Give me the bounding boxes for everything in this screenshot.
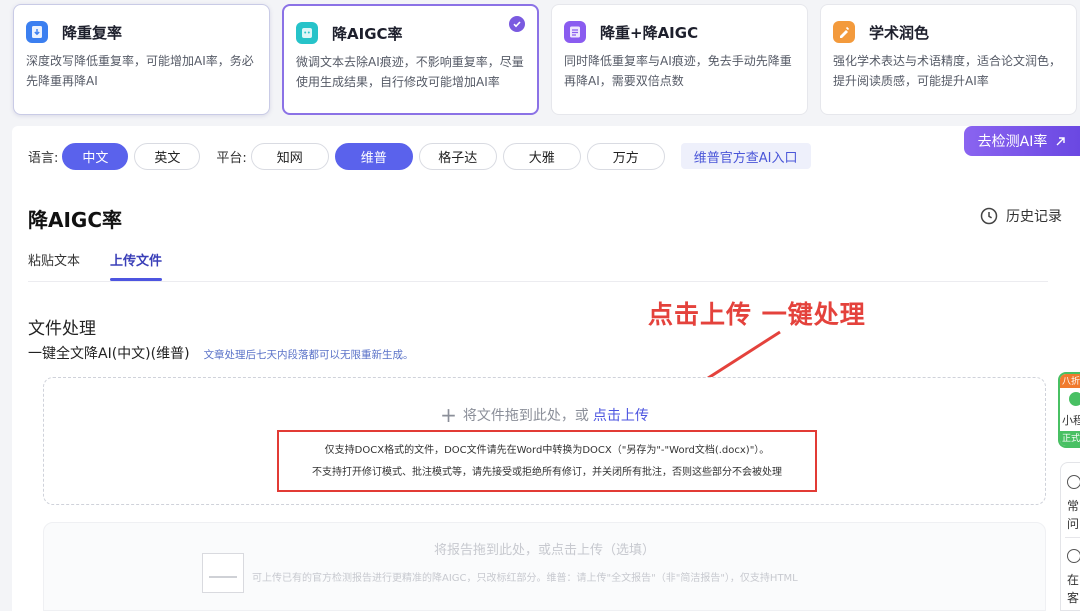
dropzone-prompt: + 将文件拖到此处，或 点击上传 <box>44 403 1045 427</box>
service-label[interactable]: 在 <box>1067 571 1079 588</box>
mode-title: 降重+降AIGC <box>600 23 699 42</box>
promo-widget[interactable]: 八折 小程 正式 <box>1058 372 1080 448</box>
official-ai-check-link[interactable]: 维普官方查AI入口 <box>680 143 811 169</box>
file-section-subtitle: 一键全文降AI(中文)(维普) <box>28 346 190 362</box>
mode-card-dedup[interactable]: 降重复率 深度改写降低重复率，可能增加AI率，务必先降重再降AI <box>13 4 270 115</box>
promo-text: 小程 <box>1062 414 1080 427</box>
input-tabs: 粘贴文本 上传文件 <box>28 250 1048 282</box>
side-divider <box>1065 537 1080 538</box>
promo-badge: 正式 <box>1060 431 1080 446</box>
promo-tag: 八折 <box>1060 374 1080 388</box>
dropzone-text: 将文件拖到此处，或 <box>462 408 589 424</box>
arrow-up-right-icon <box>1056 136 1066 145</box>
faq-label[interactable]: 常 <box>1067 497 1079 514</box>
platform-label: 平台: <box>216 150 247 166</box>
service-label-2[interactable]: 客 <box>1067 589 1079 606</box>
file-dropzone[interactable]: + 将文件拖到此处，或 点击上传 仅支持DOCX格式的文件，DOC文件请先在Word… <box>43 377 1046 505</box>
detect-ai-rate-label: 去检测AI率 <box>977 134 1048 150</box>
history-button[interactable]: 历史记录 <box>980 206 1062 226</box>
mode-title: 学术润色 <box>869 23 930 42</box>
click-upload-link[interactable]: 点击上传 <box>593 408 649 424</box>
mode-desc: 微调文本去除AI痕迹，不影响重复率，尽量使用生成结果，自行修改可能增加AI率 <box>296 55 524 89</box>
language-option-zh[interactable]: 中文 <box>62 142 129 170</box>
tab-upload-file[interactable]: 上传文件 <box>110 250 162 269</box>
report-thumbnail <box>202 553 244 593</box>
clock-icon <box>980 207 998 225</box>
file-section-note: 文章处理后七天内段落都可以无限重新生成。 <box>203 349 414 361</box>
file-section-subtitle-row: 一键全文降AI(中文)(维普) 文章处理后七天内段落都可以无限重新生成。 <box>28 343 414 363</box>
mode-title: 降AIGC率 <box>332 24 403 43</box>
doc-down-icon <box>26 21 48 43</box>
warning-line-docx: 仅支持DOCX格式的文件，DOC文件请先在Word中转换为DOCX（"另存为"-… <box>324 445 770 456</box>
brush-icon <box>833 21 855 43</box>
report-dropzone-title: 将报告拖到此处，或点击上传（选填） <box>433 543 655 558</box>
side-help-widget: 常 问 在 客 <box>1060 462 1080 611</box>
platform-option-cnki[interactable]: 知网 <box>250 142 329 170</box>
mode-cards: 降重复率 深度改写降低重复率，可能增加AI率，务必先降重再降AI 降AIGC率 … <box>0 0 1080 120</box>
mode-desc: 深度改写降低重复率，可能增加AI率，务必先降重再降AI <box>26 54 254 88</box>
mode-desc: 同时降低重复率与AI痕迹，免去手动先降重再降AI，需要双倍点数 <box>564 54 792 88</box>
tab-paste-text[interactable]: 粘贴文本 <box>28 250 80 269</box>
file-section-title: 文件处理 <box>28 319 96 339</box>
mode-title: 降重复率 <box>62 23 123 42</box>
language-label: 语言: <box>28 150 59 166</box>
plus-icon: + <box>440 403 457 427</box>
headset-icon[interactable] <box>1067 549 1080 563</box>
mini-program-icon <box>1069 392 1080 406</box>
mode-card-aigc[interactable]: 降AIGC率 微调文本去除AI痕迹，不影响重复率，尽量使用生成结果，自行修改可能… <box>282 4 539 115</box>
platform-option-gezida[interactable]: 格子达 <box>418 142 497 170</box>
check-icon <box>509 16 525 32</box>
warning-line-revisions: 不支持打开修订模式、批注模式等，请先接受或拒绝所有修订，并关闭所有批注，否则这些… <box>312 467 782 478</box>
detect-ai-rate-button[interactable]: 去检测AI率 <box>964 126 1080 156</box>
faq-label-2[interactable]: 问 <box>1067 515 1079 532</box>
platform-option-vip[interactable]: 维普 <box>334 142 413 170</box>
report-dropzone-note: 可上传已有的官方检测报告进行更精准的降AIGC，只改标红部分。维普：请上传"全文… <box>252 573 798 584</box>
page-title: 降AIGC率 <box>28 208 123 232</box>
robot-doc-icon <box>296 22 318 44</box>
mode-desc: 强化学术表达与术语精度，适合论文润色，提升阅读质感，可能提升AI率 <box>833 54 1062 88</box>
language-option-en[interactable]: 英文 <box>134 142 201 170</box>
history-label: 历史记录 <box>1006 209 1062 225</box>
question-icon[interactable] <box>1067 475 1080 489</box>
platform-option-wanfang[interactable]: 万方 <box>586 142 665 170</box>
platform-option-daya[interactable]: 大雅 <box>502 142 581 170</box>
format-warning-box: 仅支持DOCX格式的文件，DOC文件请先在Word中转换为DOCX（"另存为"-… <box>277 430 817 492</box>
mode-card-polish[interactable]: 学术润色 强化学术表达与术语精度，适合论文润色，提升阅读质感，可能提升AI率 <box>820 4 1077 115</box>
doc-combo-icon <box>564 21 586 43</box>
filter-bar: 语言: 中文 英文 平台: 知网 维普 格子达 大雅 万方 维普官方查AI入口 <box>28 142 811 170</box>
report-dropzone[interactable]: 将报告拖到此处，或点击上传（选填） 可上传已有的官方检测报告进行更精准的降AIG… <box>43 522 1046 611</box>
active-tab-indicator <box>110 278 162 281</box>
mode-card-dedup-aigc[interactable]: 降重+降AIGC 同时降低重复率与AI痕迹，免去手动先降重再降AI，需要双倍点数 <box>551 4 808 115</box>
